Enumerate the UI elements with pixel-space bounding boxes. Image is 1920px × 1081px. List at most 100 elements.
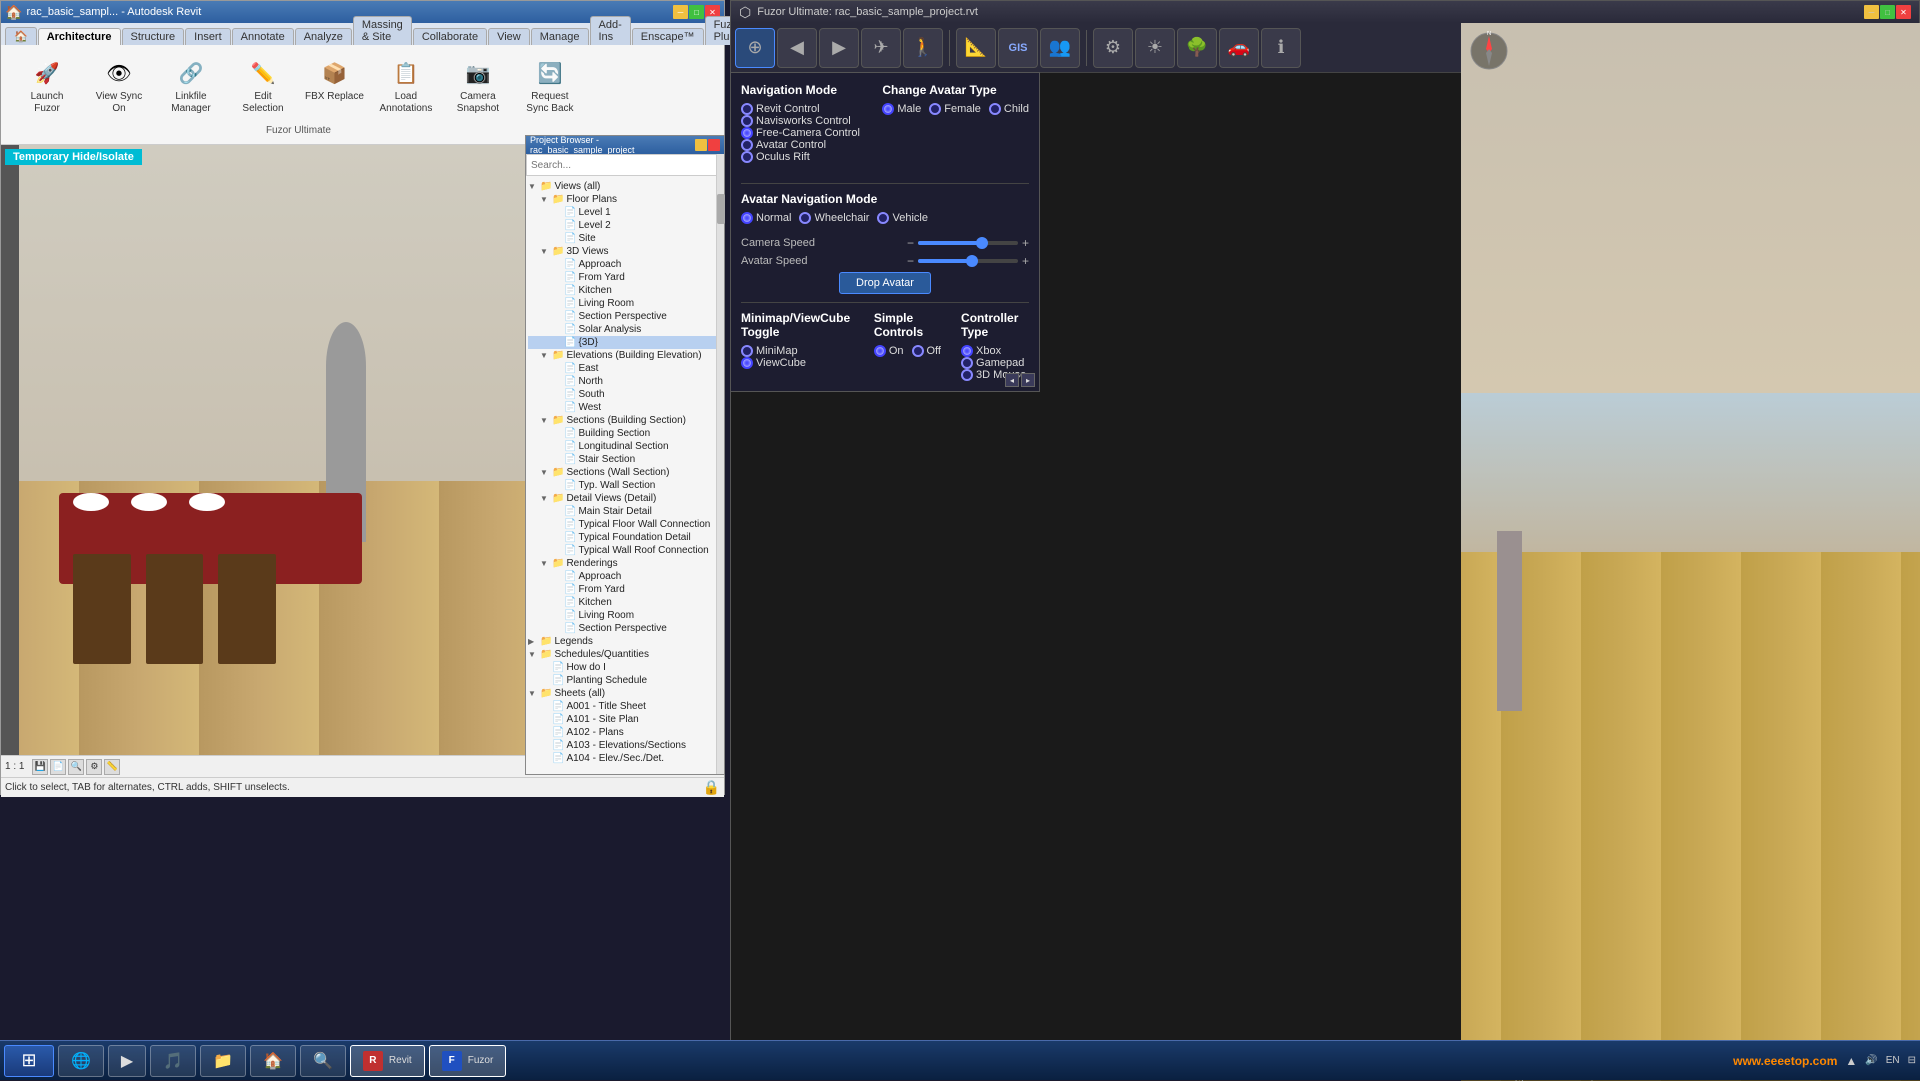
nav-avatar-control[interactable]: Avatar Control [741, 139, 860, 151]
minimap-option[interactable]: MiniMap [741, 345, 858, 357]
pb-scrollbar[interactable] [716, 154, 724, 774]
status-icon-3[interactable]: 🔍 [68, 759, 84, 775]
fuzor-sun-btn[interactable]: ☀ [1135, 28, 1175, 68]
camera-speed-minus[interactable]: − [907, 236, 914, 250]
panel-minimize-btn[interactable]: ◂ [1005, 373, 1019, 387]
tree-item[interactable]: 📄 Stair Section [528, 453, 722, 466]
tree-item[interactable]: 📄 Typical Foundation Detail [528, 531, 722, 544]
tree-item[interactable]: 📄 A001 - Title Sheet [528, 700, 722, 713]
tree-item[interactable]: 📄 A101 - Site Plan [528, 713, 722, 726]
fuzor-gis-btn[interactable]: GIS [998, 28, 1038, 68]
taskbar-search[interactable]: 🔍 [300, 1045, 346, 1077]
tree-item[interactable]: ▼ 📁 Detail Views (Detail) [528, 492, 722, 505]
linkfile-manager-btn[interactable]: 🔗 Linkfile Manager [157, 53, 225, 119]
status-icon-2[interactable]: 📄 [50, 759, 66, 775]
simple-off[interactable]: Off [912, 345, 941, 357]
taskbar-files[interactable]: 📁 [200, 1045, 246, 1077]
tree-item[interactable]: 📄 A104 - Elev./Sec./Det. [528, 752, 722, 765]
fbx-replace-btn[interactable]: 📦 FBX Replace [301, 53, 368, 119]
avatar-child[interactable]: Child [989, 103, 1029, 115]
request-sync-btn[interactable]: 🔄 Request Sync Back [516, 53, 584, 119]
tree-item[interactable]: 📄 Living Room [528, 297, 722, 310]
tree-item[interactable]: 📄 From Yard [528, 271, 722, 284]
taskbar-language[interactable]: EN [1886, 1055, 1900, 1066]
camera-speed-slider[interactable]: − + [907, 236, 1029, 250]
fuzor-forward-btn[interactable]: ▶ [819, 28, 859, 68]
avatar-speed-thumb[interactable] [966, 255, 978, 267]
revit-minimize-btn[interactable]: ─ [673, 5, 688, 19]
fuzor-people-btn[interactable]: 👥 [1040, 28, 1080, 68]
fuzor-maximize-btn[interactable]: □ [1880, 5, 1895, 19]
taskbar-home[interactable]: 🏠 [250, 1045, 296, 1077]
ribbon-tab-view[interactable]: View [488, 28, 530, 45]
taskbar-music[interactable]: 🎵 [150, 1045, 196, 1077]
fuzor-back-btn[interactable]: ◀ [777, 28, 817, 68]
ctrl-xbox[interactable]: Xbox [961, 345, 1029, 357]
tree-item[interactable]: 📄 North [528, 375, 722, 388]
avatar-nav-normal[interactable]: Normal [741, 212, 791, 224]
viewcube-radio[interactable] [741, 357, 753, 369]
fuzor-measure-btn[interactable]: 📐 [956, 28, 996, 68]
avatar-nav-wheelchair-radio[interactable] [799, 212, 811, 224]
fuzor-compass[interactable]: N [1469, 31, 1509, 74]
tree-item[interactable]: ▼ 📁 Sections (Building Section) [528, 414, 722, 427]
taskbar-notify-icon[interactable]: ▲ [1845, 1054, 1857, 1068]
fuzor-info-btn[interactable]: ℹ [1261, 28, 1301, 68]
tree-item[interactable]: 📄 Section Perspective [528, 622, 722, 635]
avatar-nav-vehicle[interactable]: Vehicle [877, 212, 927, 224]
ribbon-tab-architecture[interactable]: Architecture [38, 28, 121, 45]
pb-scrollbar-thumb[interactable] [717, 194, 725, 224]
camera-speed-plus[interactable]: + [1022, 236, 1029, 250]
ribbon-tab-insert[interactable]: Insert [185, 28, 231, 45]
taskbar-media[interactable]: ▶ [108, 1045, 146, 1077]
ribbon-tab-analyze[interactable]: Analyze [295, 28, 352, 45]
tree-item[interactable]: ▼ 📁 3D Views [528, 245, 722, 258]
tree-item[interactable]: 📄 From Yard [528, 583, 722, 596]
simple-off-radio[interactable] [912, 345, 924, 357]
view-sync-btn[interactable]: 👁 View Sync On [85, 53, 153, 119]
tree-item[interactable]: 📄 West [528, 401, 722, 414]
taskbar-volume-icon[interactable]: 🔊 [1865, 1055, 1877, 1066]
tree-item[interactable]: 📄 Kitchen [528, 596, 722, 609]
taskbar-revit[interactable]: R Revit [350, 1045, 425, 1077]
tree-item[interactable]: 📄 Living Room [528, 609, 722, 622]
tree-item[interactable]: 📄 Solar Analysis [528, 323, 722, 336]
start-button[interactable]: ⊞ [4, 1045, 54, 1077]
avatar-speed-minus[interactable]: − [907, 254, 914, 268]
nav-navisworks-radio[interactable] [741, 115, 753, 127]
status-icon-4[interactable]: ⚙ [86, 759, 102, 775]
nav-oculus-radio[interactable] [741, 151, 753, 163]
tree-item[interactable]: ▼ 📁 Renderings [528, 557, 722, 570]
nav-revit-control[interactable]: Revit Control [741, 103, 860, 115]
ctrl-3dmouse-radio[interactable] [961, 369, 973, 381]
taskbar-chrome[interactable]: 🌐 [58, 1045, 104, 1077]
fuzor-tree-btn[interactable]: 🌳 [1177, 28, 1217, 68]
status-icon-1[interactable]: 💾 [32, 759, 48, 775]
ribbon-tab-collaborate[interactable]: Collaborate [413, 28, 487, 45]
tree-item[interactable]: 📄 Level 2 [528, 219, 722, 232]
edit-selection-btn[interactable]: ✏️ Edit Selection [229, 53, 297, 119]
tree-item[interactable]: ▼ 📁 Schedules/Quantities [528, 648, 722, 661]
ribbon-tab-structure[interactable]: Structure [122, 28, 185, 45]
ctrl-xbox-radio[interactable] [961, 345, 973, 357]
ribbon-tab-annotate[interactable]: Annotate [232, 28, 294, 45]
camera-snapshot-btn[interactable]: 📷 Camera Snapshot [444, 53, 512, 119]
camera-speed-track[interactable] [918, 241, 1018, 245]
tree-item[interactable]: 📄 Typical Wall Roof Connection [528, 544, 722, 557]
project-browser-search[interactable] [526, 154, 724, 176]
panel-close-btn[interactable]: ▸ [1021, 373, 1035, 387]
tree-item[interactable]: 📄 Typ. Wall Section [528, 479, 722, 492]
fuzor-close-btn[interactable]: ✕ [1896, 5, 1911, 19]
tree-item[interactable]: ▶ 📁 Legends [528, 635, 722, 648]
tree-item[interactable]: ▼ 📁 Sections (Wall Section) [528, 466, 722, 479]
avatar-male[interactable]: Male [882, 103, 921, 115]
simple-on-radio[interactable] [874, 345, 886, 357]
fuzor-fly-btn[interactable]: ✈ [861, 28, 901, 68]
avatar-speed-track[interactable] [918, 259, 1018, 263]
nav-revit-radio[interactable] [741, 103, 753, 115]
ribbon-tab-home[interactable]: 🏠 [5, 27, 37, 45]
ctrl-gamepad-radio[interactable] [961, 357, 973, 369]
nav-free-camera[interactable]: Free-Camera Control [741, 127, 860, 139]
tree-item[interactable]: 📄 Longitudinal Section [528, 440, 722, 453]
ctrl-gamepad[interactable]: Gamepad [961, 357, 1029, 369]
